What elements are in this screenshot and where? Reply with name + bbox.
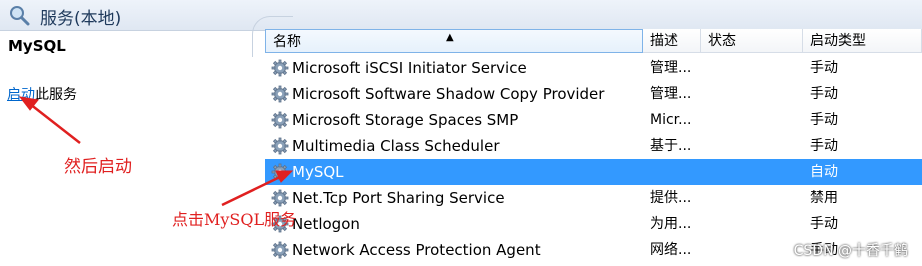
- annotation-click-mysql: 点击MySQL服务: [172, 210, 297, 229]
- arrow-to-mysql-row: [221, 170, 294, 207]
- annotation-arrows: [18, 96, 294, 207]
- arrow-to-start-link: [18, 96, 81, 144]
- csdn-watermark: CSDN @十香千鹤: [793, 243, 908, 259]
- annotation-then-start: 然后启动: [64, 157, 132, 177]
